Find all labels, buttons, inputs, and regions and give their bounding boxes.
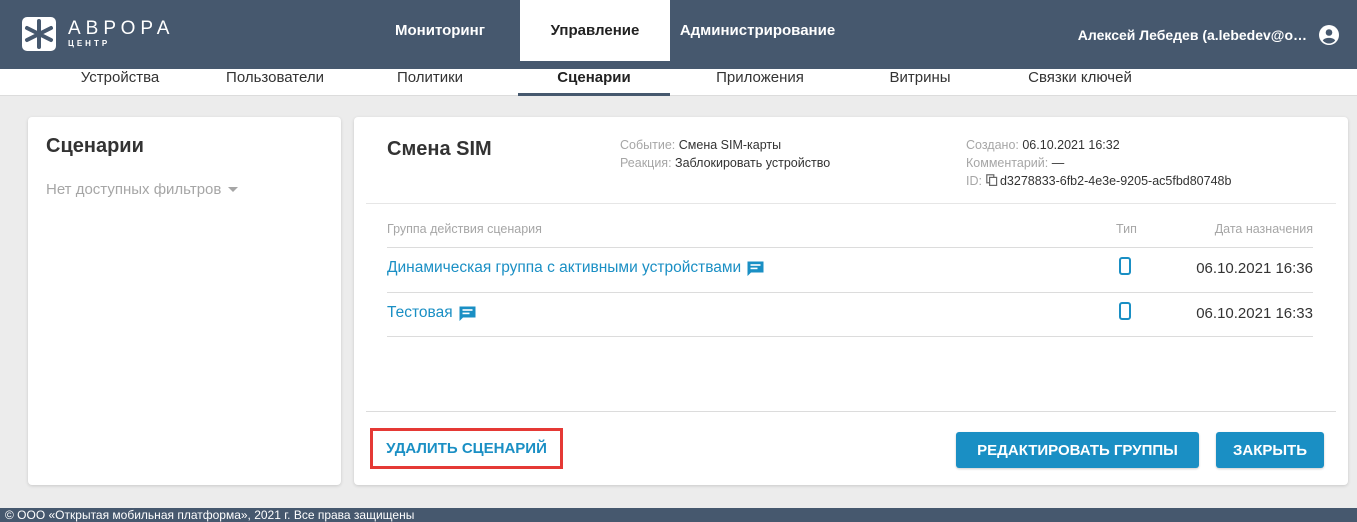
table-row: Динамическая группа с активными устройст… [387, 248, 1313, 290]
tab-administration[interactable]: Администрирование [670, 0, 845, 61]
scenario-meta-info: Создано: 06.10.2021 16:32 Комментарий: —… [966, 136, 1231, 190]
tab-monitoring[interactable]: Мониторинг [360, 0, 520, 61]
logo[interactable]: АВРОРА ЦЕНТР [22, 14, 207, 54]
sub-navigation: Устройства Пользователи Политики Сценари… [0, 69, 1357, 96]
divider [366, 411, 1336, 412]
created-value: 06.10.2021 16:32 [1022, 138, 1120, 152]
scenarios-list-panel: Сценарии Нет доступных фильтров [28, 117, 341, 485]
comment-icon[interactable] [746, 260, 765, 277]
id-label: ID: [966, 174, 982, 188]
scenario-event-info: Событие: Смена SIM-карты Реакция: Заблок… [620, 136, 830, 172]
table-row: Тестовая 06.10.2021 16:33 [387, 293, 1313, 335]
user-menu[interactable]: Алексей Лебедев (a.lebedev@o… [1078, 0, 1339, 69]
logo-text: АВРОРА ЦЕНТР [68, 19, 174, 49]
subnav-keychains[interactable]: Связки ключей [1010, 69, 1150, 96]
logo-title: АВРОРА [68, 18, 175, 39]
logo-subtitle: ЦЕНТР [68, 39, 111, 48]
event-value: Смена SIM-карты [678, 138, 782, 152]
id-value: d3278833-6fb2-4e3e-9205-ac5fbd80748b [999, 174, 1232, 188]
subnav-scenarios[interactable]: Сценарии [518, 69, 670, 96]
column-header-date: Дата назначения [1214, 222, 1313, 236]
divider [387, 336, 1313, 337]
subnav-policies[interactable]: Политики [375, 69, 485, 96]
column-header-type: Тип [1116, 222, 1137, 236]
group-link[interactable]: Динамическая группа с активными устройст… [387, 259, 765, 277]
event-label: Событие: [620, 138, 676, 152]
group-link[interactable]: Тестовая [387, 304, 477, 322]
assigned-date: 06.10.2021 16:36 [1196, 260, 1313, 277]
phone-icon [1119, 302, 1131, 320]
subnav-devices[interactable]: Устройства [60, 69, 180, 96]
assigned-date: 06.10.2021 16:33 [1196, 305, 1313, 322]
user-name: Алексей Лебедев (a.lebedev@o… [1077, 26, 1307, 43]
reaction-label: Реакция: [620, 156, 672, 170]
filter-dropdown[interactable]: Нет доступных фильтров [46, 181, 239, 198]
scenario-details-panel: Смена SIM Событие: Смена SIM-карты Реакц… [354, 117, 1348, 485]
close-button[interactable]: ЗАКРЫТЬ [1216, 432, 1324, 468]
phone-icon [1119, 257, 1131, 275]
reaction-value: Заблокировать устройство [675, 156, 831, 170]
header: АВРОРА ЦЕНТР Мониторинг Управление Админ… [0, 0, 1357, 69]
comment-label: Комментарий: [966, 156, 1049, 170]
filter-label: Нет доступных фильтров [46, 181, 222, 198]
copy-icon[interactable] [986, 174, 998, 186]
subnav-apps[interactable]: Приложения [695, 69, 825, 96]
delete-scenario-button[interactable]: УДАЛИТЬ СЦЕНАРИЙ [370, 428, 563, 469]
column-header-group: Группа действия сценария [387, 222, 542, 236]
divider [366, 203, 1336, 204]
panel-title: Сценарии [46, 135, 144, 157]
comment-value: — [1051, 156, 1065, 170]
chevron-down-icon [228, 187, 239, 192]
subnav-users[interactable]: Пользователи [210, 69, 340, 96]
comment-icon[interactable] [458, 305, 477, 322]
subnav-showcases[interactable]: Витрины [870, 69, 970, 96]
group-name: Тестовая [387, 304, 453, 321]
created-label: Создано: [966, 138, 1019, 152]
account-icon [1319, 24, 1339, 45]
aurora-logo-icon [22, 17, 56, 51]
footer: © ООО «Открытая мобильная платформа», 20… [0, 508, 1357, 522]
scenario-title: Смена SIM [387, 138, 492, 160]
tab-management[interactable]: Управление [520, 0, 670, 61]
edit-groups-button[interactable]: РЕДАКТИРОВАТЬ ГРУППЫ [956, 432, 1199, 468]
group-name: Динамическая группа с активными устройст… [387, 259, 742, 276]
